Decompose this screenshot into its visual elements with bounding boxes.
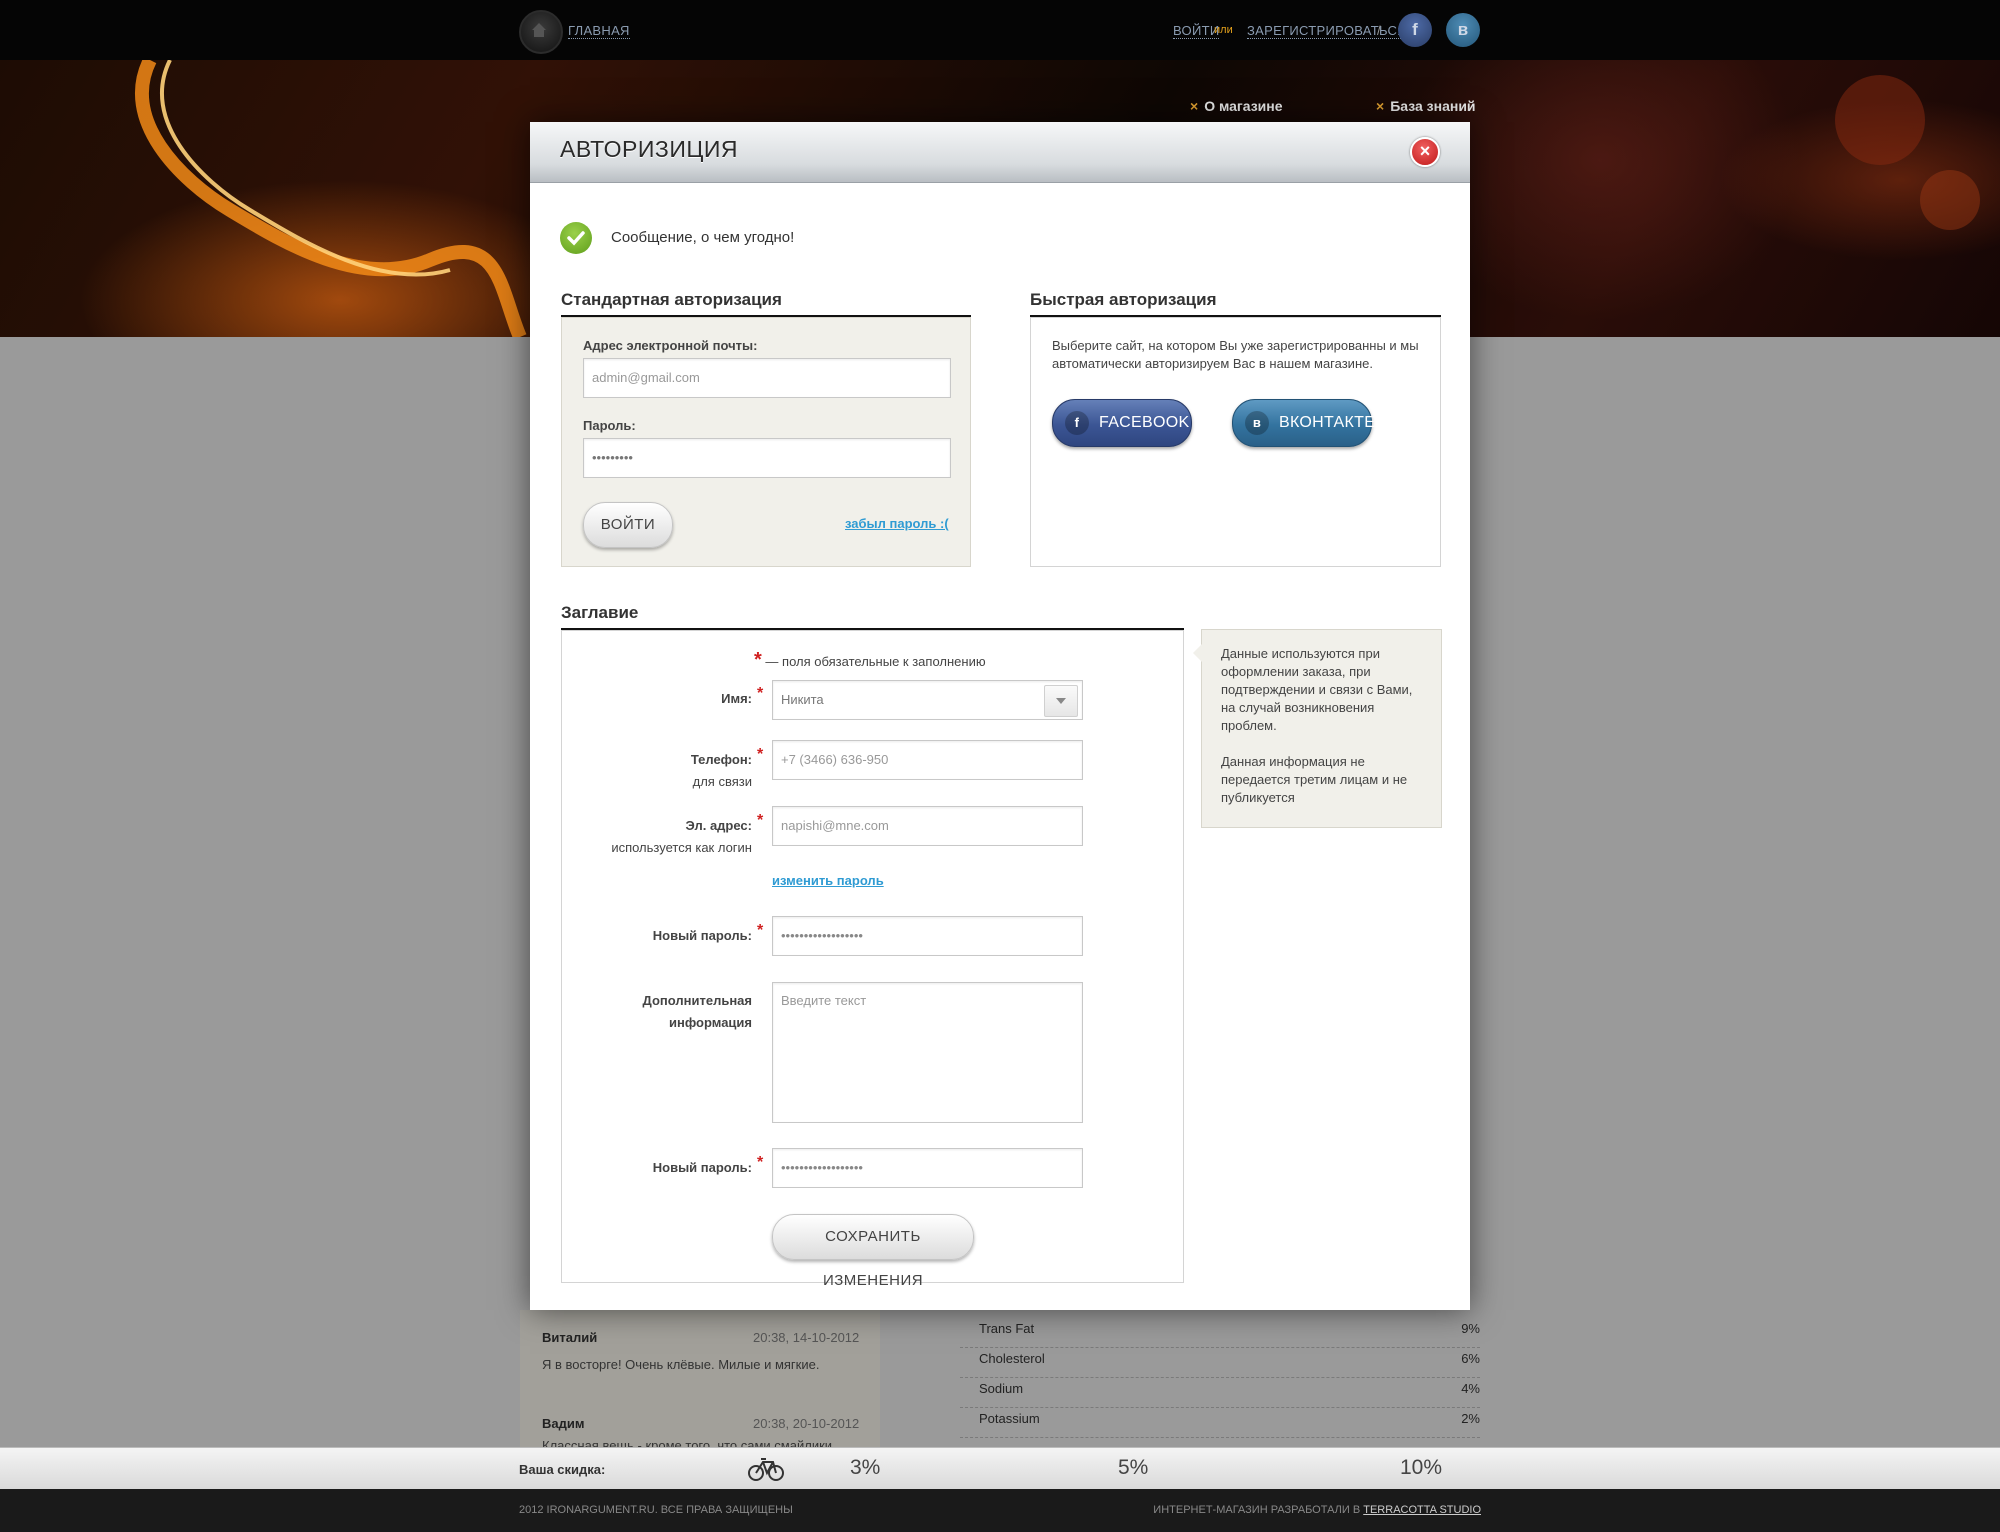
required-note: * — поля обязательные к заполнению	[754, 649, 986, 672]
new-password-input-2[interactable]: ••••••••••••••••••	[772, 1148, 1083, 1188]
modal-title: АВТОРИЗИЦИЯ	[560, 136, 738, 162]
vk-login-button[interactable]: в ВКОНТАКТЕ	[1232, 399, 1376, 447]
name-select[interactable]: Никита	[772, 680, 1083, 720]
discount-bar: Ваша скидка: 3% 5% 10%	[0, 1447, 2000, 1490]
password-label: Пароль:	[583, 418, 636, 433]
studio-link[interactable]: TERRACOTTA STUDIO	[1363, 1504, 1481, 1516]
home-link[interactable]: главная	[568, 23, 630, 39]
register-link[interactable]: зарегистрироваться	[1247, 23, 1407, 39]
comment-author: Вадим	[542, 1416, 585, 1431]
credit-text: интернет-магазин разработали в	[1153, 1504, 1361, 1516]
forgot-password-link[interactable]: забыл пароль :(	[845, 516, 949, 531]
email-label: Эл. адрес:	[685, 818, 752, 833]
fast-auth-description: Выберите сайт, на котором Вы уже зарегис…	[1052, 338, 1419, 371]
nutrition-row: Potassium 2%	[960, 1408, 1480, 1438]
required-note-text: — поля обязательные к заполнению	[765, 654, 986, 669]
email-sub-label: используется как логин	[611, 840, 752, 855]
vk-icon[interactable]: в	[1446, 13, 1480, 47]
chevron-down-icon[interactable]	[1044, 685, 1078, 717]
home-icon[interactable]	[519, 10, 563, 54]
phone-sub-label: для связи	[692, 774, 752, 789]
extra-info-textarea[interactable]: Введите текст	[772, 982, 1083, 1123]
auth-modal: АВТОРИЗИЦИЯ × Сообщение, о чем угодно! С…	[530, 122, 1470, 1310]
nutrition-row: Trans Fat 9%	[960, 1318, 1480, 1348]
login-link[interactable]: войти	[1173, 23, 1220, 39]
info-text-1: Данные используются при оформлении заказ…	[1221, 646, 1413, 733]
discount-label: Ваша скидка:	[519, 1462, 606, 1477]
save-changes-button[interactable]: СОХРАНИТЬ ИЗМЕНЕНИЯ	[772, 1214, 974, 1289]
separator: /	[1377, 23, 1381, 38]
comments-panel: Виталий 20:38, 14-10-2012 Я в восторге! …	[520, 1310, 880, 1453]
hero-menu-about-label: О магазине	[1204, 98, 1283, 114]
extra-info-label-line2: информация	[668, 1015, 752, 1030]
required-star-icon: *	[757, 812, 764, 829]
vk-button-label: ВКОНТАКТЕ	[1279, 414, 1376, 431]
phone-label: Телефон:	[690, 752, 752, 767]
change-password-link[interactable]: изменить пароль	[772, 873, 884, 888]
required-star-icon: *	[757, 922, 764, 939]
new-password-label-2: Новый пароль:	[652, 1160, 752, 1175]
comment-date: 20:38, 20-10-2012	[753, 1416, 860, 1431]
comment-date: 20:38, 14-10-2012	[753, 1330, 860, 1345]
required-star-icon: *	[757, 685, 764, 702]
standard-auth-panel: Адрес электронной почты: admin@gmail.com…	[561, 317, 971, 567]
required-star-icon: *	[757, 1154, 764, 1171]
email-label: Адрес электронной почты:	[583, 338, 758, 353]
hero-menu-about[interactable]: × О магазине	[1190, 98, 1283, 114]
comment-text: Я в восторге! Очень клёвые. Милые и мягк…	[542, 1357, 820, 1372]
success-check-icon	[560, 222, 592, 254]
name-value: Никита	[781, 692, 824, 707]
required-star-icon: *	[754, 649, 762, 671]
credit: интернет-магазин разработали в TERRACOTT…	[1153, 1504, 1481, 1516]
vk-icon: в	[1245, 411, 1269, 435]
discount-level-1: 3%	[850, 1456, 881, 1479]
password-input[interactable]: •••••••••	[583, 438, 951, 478]
nutrition-row: Cholesterol 6%	[960, 1348, 1480, 1378]
facebook-button-label: FACEBOOK	[1099, 414, 1190, 431]
required-star-icon: *	[757, 746, 764, 763]
bicycle-icon	[748, 1456, 784, 1487]
name-label: Имя:	[721, 691, 752, 706]
close-icon[interactable]: ×	[1410, 137, 1440, 167]
copyright: 2012 IRONARGUMENT.RU. ВСЕ ПРАВА ЗАЩИЩЕНЫ	[519, 1504, 793, 1516]
extra-info-label-line1: Дополнительная	[642, 993, 752, 1008]
hero-menu-knowledge[interactable]: × База знаний	[1376, 98, 1476, 114]
login-button[interactable]: ВОЙТИ	[583, 502, 673, 548]
discount-level-3: 10%	[1400, 1456, 1443, 1479]
email-input[interactable]: admin@gmail.com	[583, 358, 951, 398]
comment-author: Виталий	[542, 1330, 598, 1345]
fast-auth-panel: Выберите сайт, на котором Вы уже зарегис…	[1030, 317, 1441, 567]
new-password-input[interactable]: ••••••••••••••••••	[772, 916, 1083, 956]
fast-auth-title: Быстрая авторизация	[1030, 290, 1217, 309]
info-text-2: Данная информация не передается третим л…	[1221, 754, 1408, 805]
footer: 2012 IRONARGUMENT.RU. ВСЕ ПРАВА ЗАЩИЩЕНЫ…	[0, 1489, 2000, 1532]
or-text: или	[1214, 24, 1233, 36]
form-title: Заглавие	[561, 603, 639, 622]
nutrition-row: Sodium 4%	[960, 1378, 1480, 1408]
standard-auth-title: Стандартная авторизация	[561, 290, 782, 309]
new-password-label: Новый пароль:	[652, 928, 752, 943]
top-bar: главная войти или зарегистрироваться / f…	[0, 0, 2000, 60]
success-message: Сообщение, о чем угодно!	[611, 229, 795, 246]
modal-header: АВТОРИЗИЦИЯ ×	[530, 122, 1470, 183]
info-tooltip: Данные используются при оформлении заказ…	[1193, 629, 1442, 828]
profile-form: * — поля обязательные к заполнению Имя: …	[561, 630, 1184, 1289]
discount-level-2: 5%	[1118, 1456, 1149, 1479]
facebook-icon: f	[1065, 411, 1089, 435]
phone-input[interactable]: +7 (3466) 636-950	[772, 740, 1083, 780]
facebook-login-button[interactable]: f FACEBOOK	[1052, 399, 1192, 447]
email-input[interactable]: napishi@mne.com	[772, 806, 1083, 846]
hero-menu-knowledge-label: База знаний	[1390, 98, 1476, 114]
facebook-icon[interactable]: f	[1398, 13, 1432, 47]
